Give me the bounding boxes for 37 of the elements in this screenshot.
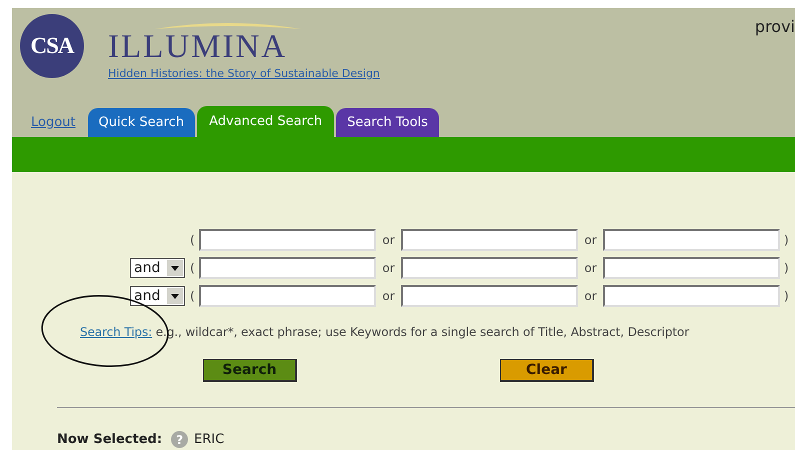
now-selected-label: Now Selected:: [57, 432, 162, 447]
nav-tab[interactable]: Advanced Search: [197, 106, 334, 137]
term-field[interactable]: [401, 257, 578, 279]
nav-tab[interactable]: Quick Search: [88, 108, 196, 137]
database-name: ERIC: [194, 432, 224, 447]
term-field[interactable]: [199, 229, 376, 251]
or-label: or: [583, 233, 598, 247]
logo-badge: CSA: [20, 14, 84, 78]
paren-text: ): [783, 289, 790, 303]
or-label: or: [381, 233, 396, 247]
help-icon[interactable]: ?: [171, 431, 188, 448]
search-button[interactable]: Search: [203, 359, 297, 382]
or-label: or: [583, 261, 598, 275]
paren-text: ): [783, 233, 790, 247]
subtitle-link[interactable]: Hidden Histories: the Story of Sustainable Design: [108, 67, 380, 80]
term-field[interactable]: [199, 285, 376, 307]
paren-text: ): [783, 261, 790, 275]
term-field[interactable]: [401, 285, 578, 307]
term-field[interactable]: [603, 229, 780, 251]
paren-text: (: [189, 233, 196, 247]
term-field[interactable]: [199, 257, 376, 279]
operator-select[interactable]: and: [130, 258, 185, 278]
term-field[interactable]: [603, 257, 780, 279]
or-label: or: [381, 261, 396, 275]
search-tips-link[interactable]: Search Tips:: [80, 325, 152, 339]
logout-link[interactable]: Logout: [31, 115, 76, 130]
term-field[interactable]: [401, 229, 578, 251]
app-title: ILLUMINA: [108, 30, 288, 64]
clear-button[interactable]: Clear: [500, 359, 594, 382]
nav-tab[interactable]: Search Tools: [336, 108, 439, 137]
header-text: provi: [754, 17, 795, 36]
paren-text: (: [189, 289, 196, 303]
term-field[interactable]: [603, 285, 780, 307]
operator-select[interactable]: and: [130, 286, 185, 306]
paren-text: (: [189, 261, 196, 275]
or-label: or: [583, 289, 598, 303]
or-label: or: [381, 289, 396, 303]
